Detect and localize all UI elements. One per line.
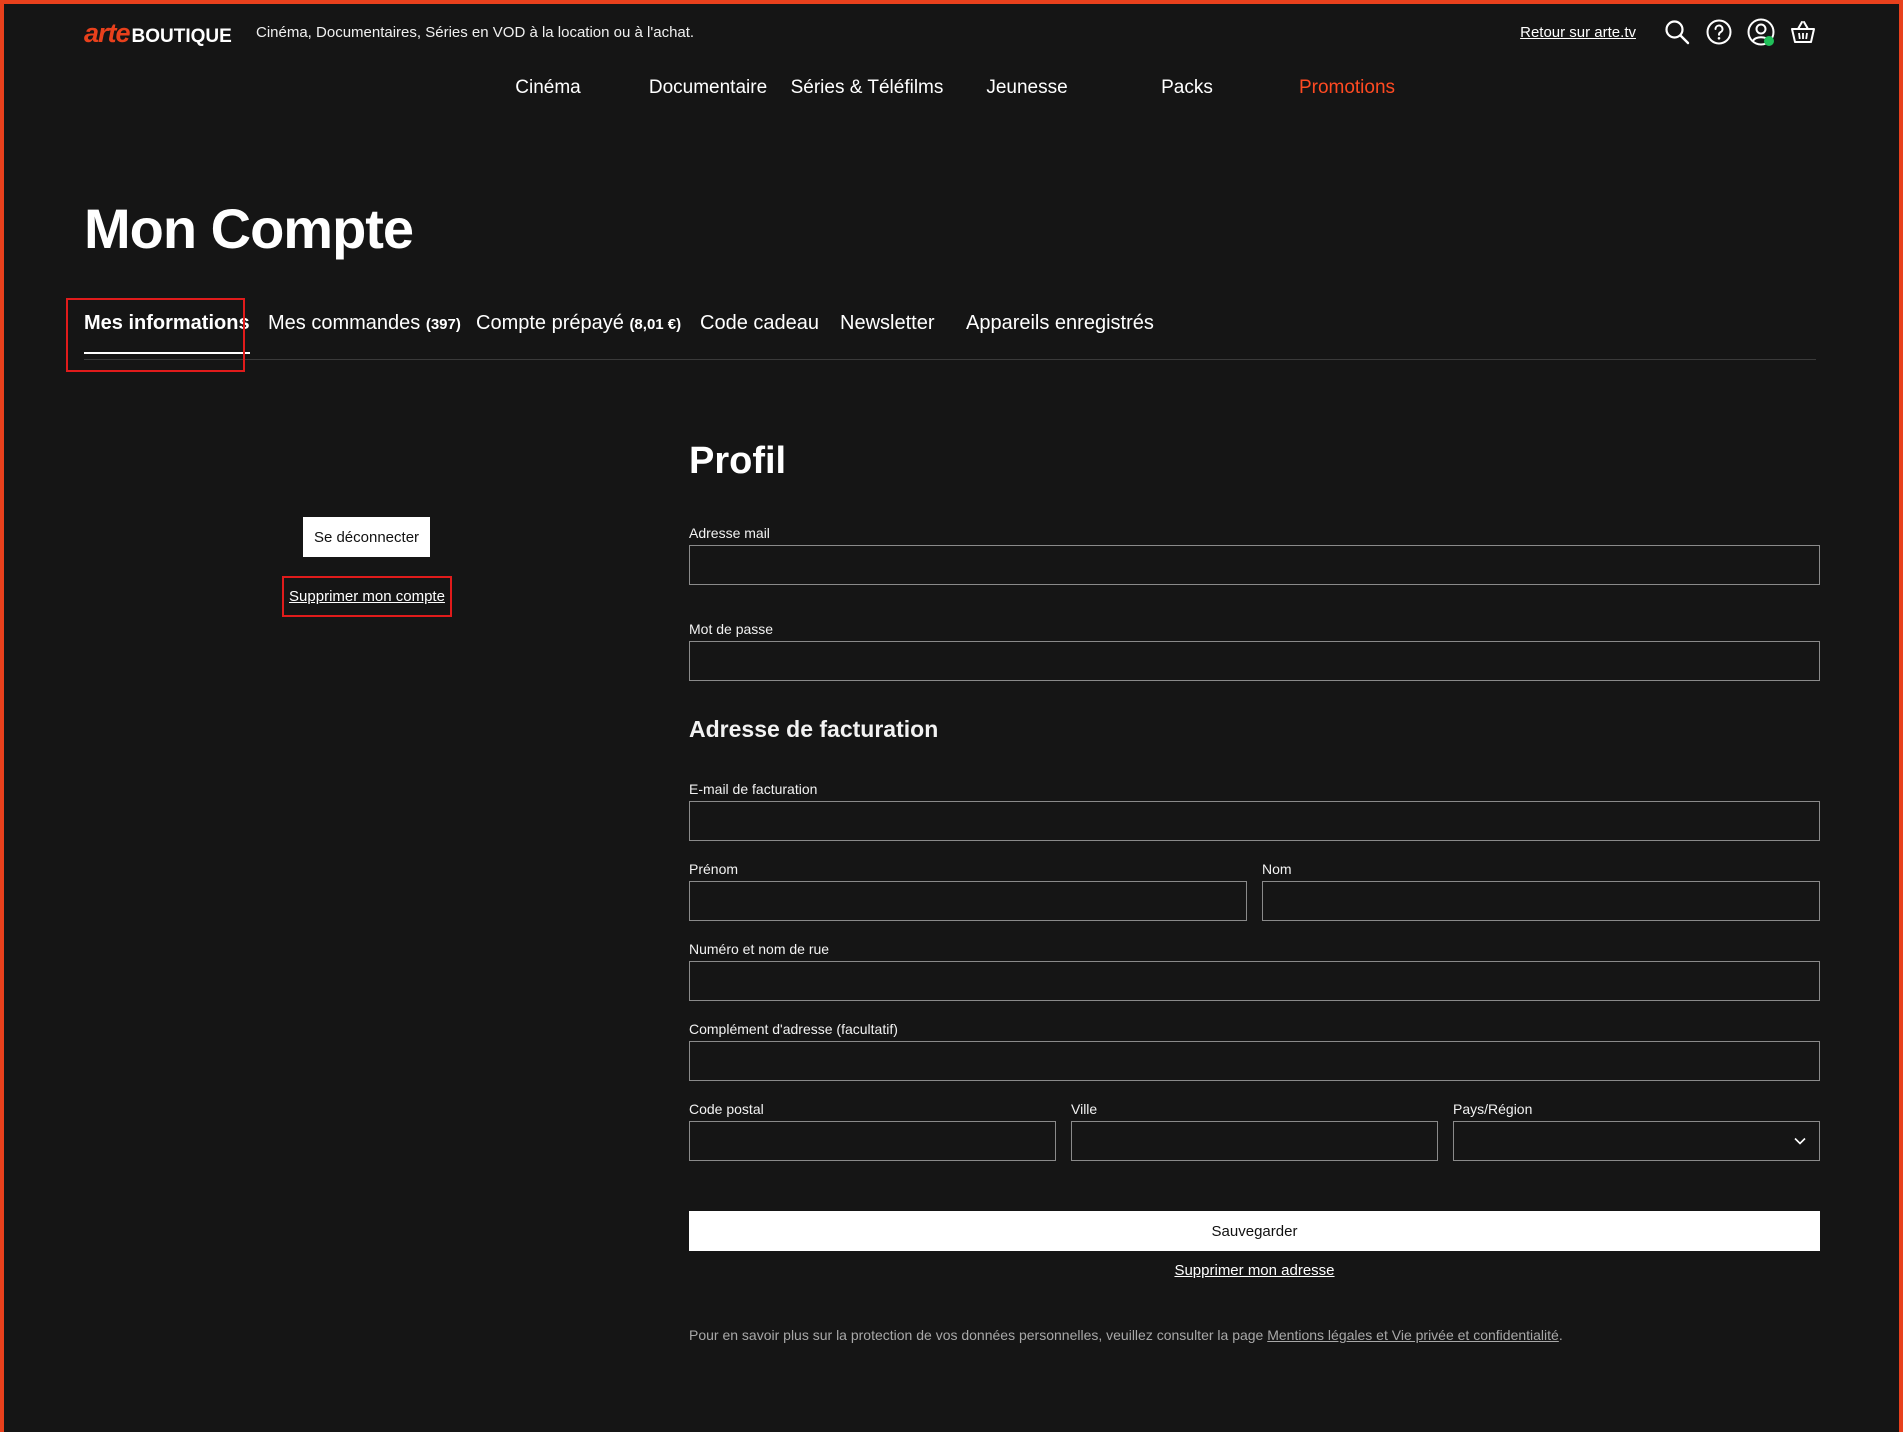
- lastname-field[interactable]: [1262, 881, 1820, 921]
- privacy-text: Pour en savoir plus sur la protection de…: [689, 1327, 1268, 1343]
- password-field[interactable]: [689, 641, 1820, 681]
- tab-label: Code cadeau: [700, 312, 819, 334]
- tab-newsletter[interactable]: Newsletter: [840, 312, 934, 335]
- basket-icon[interactable]: [1786, 15, 1820, 49]
- tab-label: Compte prépayé: [476, 312, 624, 334]
- street-label: Numéro et nom de rue: [689, 941, 830, 957]
- tagline: Cinéma, Documentaires, Séries en VOD à l…: [256, 24, 695, 41]
- tab-appareils-enregistres[interactable]: Appareils enregistrés: [966, 312, 1154, 335]
- privacy-link[interactable]: Mentions légales et Vie privée et confid…: [1267, 1327, 1559, 1343]
- tab-count: (397): [425, 316, 461, 333]
- nav-packs[interactable]: Packs: [1161, 77, 1213, 99]
- chevron-down-icon: [1793, 1134, 1807, 1151]
- page-title: Mon Compte: [84, 197, 414, 260]
- city-label: Ville: [1071, 1101, 1098, 1117]
- delete-account-link[interactable]: Supprimer mon compte: [282, 576, 452, 617]
- top-bar: arte BOUTIQUE Cinéma, Documentaires, Sér…: [84, 14, 1820, 52]
- tab-compte-prepaye[interactable]: Compte prépayé (8,01 €): [476, 312, 681, 335]
- logo-arte: arte: [84, 18, 131, 48]
- profile-heading: Profil: [689, 440, 787, 482]
- tab-label: Appareils enregistrés: [966, 312, 1154, 334]
- email-field[interactable]: [689, 545, 1820, 585]
- firstname-label: Prénom: [689, 861, 739, 877]
- logout-button[interactable]: Se déconnecter: [303, 517, 430, 557]
- nav-promotions[interactable]: Promotions: [1299, 77, 1395, 99]
- zip-field[interactable]: [689, 1121, 1056, 1161]
- country-label: Pays/Région: [1453, 1101, 1533, 1117]
- user-icon[interactable]: [1744, 15, 1778, 49]
- country-select[interactable]: [1453, 1121, 1820, 1161]
- tab-label: Mes commandes: [268, 312, 421, 334]
- delete-address-link[interactable]: Supprimer mon adresse: [689, 1262, 1820, 1279]
- back-to-arte-link[interactable]: Retour sur arte.tv: [1520, 24, 1636, 41]
- logo-boutique: BOUTIQUE: [131, 26, 232, 47]
- city-field[interactable]: [1071, 1121, 1438, 1161]
- arte-boutique-logo[interactable]: arte BOUTIQUE: [84, 18, 232, 49]
- delete-account-label: Supprimer mon compte: [289, 588, 445, 605]
- help-icon[interactable]: [1702, 15, 1736, 49]
- street-field[interactable]: [689, 961, 1820, 1001]
- password-label: Mot de passe: [689, 621, 774, 637]
- active-tab-highlight: [66, 298, 245, 372]
- billing-email-label: E-mail de facturation: [689, 781, 818, 797]
- search-icon[interactable]: [1660, 15, 1694, 49]
- tab-count: (8,01 €): [629, 316, 682, 333]
- address-complement-field[interactable]: [689, 1041, 1820, 1081]
- privacy-notice: Pour en savoir plus sur la protection de…: [689, 1327, 1563, 1343]
- tab-mes-commandes[interactable]: Mes commandes (397): [268, 312, 461, 335]
- save-button[interactable]: Sauvegarder: [689, 1211, 1820, 1251]
- nav-cinema[interactable]: Cinéma: [515, 77, 580, 99]
- address-complement-label: Complément d'adresse (facultatif): [689, 1021, 898, 1037]
- tab-code-cadeau[interactable]: Code cadeau: [700, 312, 819, 335]
- lastname-label: Nom: [1262, 861, 1292, 877]
- header-actions: Retour sur arte.tv: [1520, 14, 1820, 50]
- zip-label: Code postal: [689, 1101, 764, 1117]
- nav-documentaire[interactable]: Documentaire: [649, 77, 767, 99]
- privacy-end: .: [1558, 1327, 1563, 1343]
- billing-email-field[interactable]: [689, 801, 1820, 841]
- online-status-dot: [1764, 36, 1774, 46]
- billing-heading: Adresse de facturation: [689, 716, 939, 742]
- nav-series-telefilms[interactable]: Séries & Téléfilms: [791, 77, 944, 99]
- account-tabs: Mes informations Mes commandes (397) Com…: [84, 298, 1816, 360]
- tab-label: Newsletter: [840, 312, 935, 334]
- email-label: Adresse mail: [689, 525, 770, 541]
- firstname-field[interactable]: [689, 881, 1247, 921]
- nav-jeunesse[interactable]: Jeunesse: [986, 77, 1067, 99]
- main-nav: Cinéma Documentaire Séries & Téléfilms J…: [0, 73, 1903, 105]
